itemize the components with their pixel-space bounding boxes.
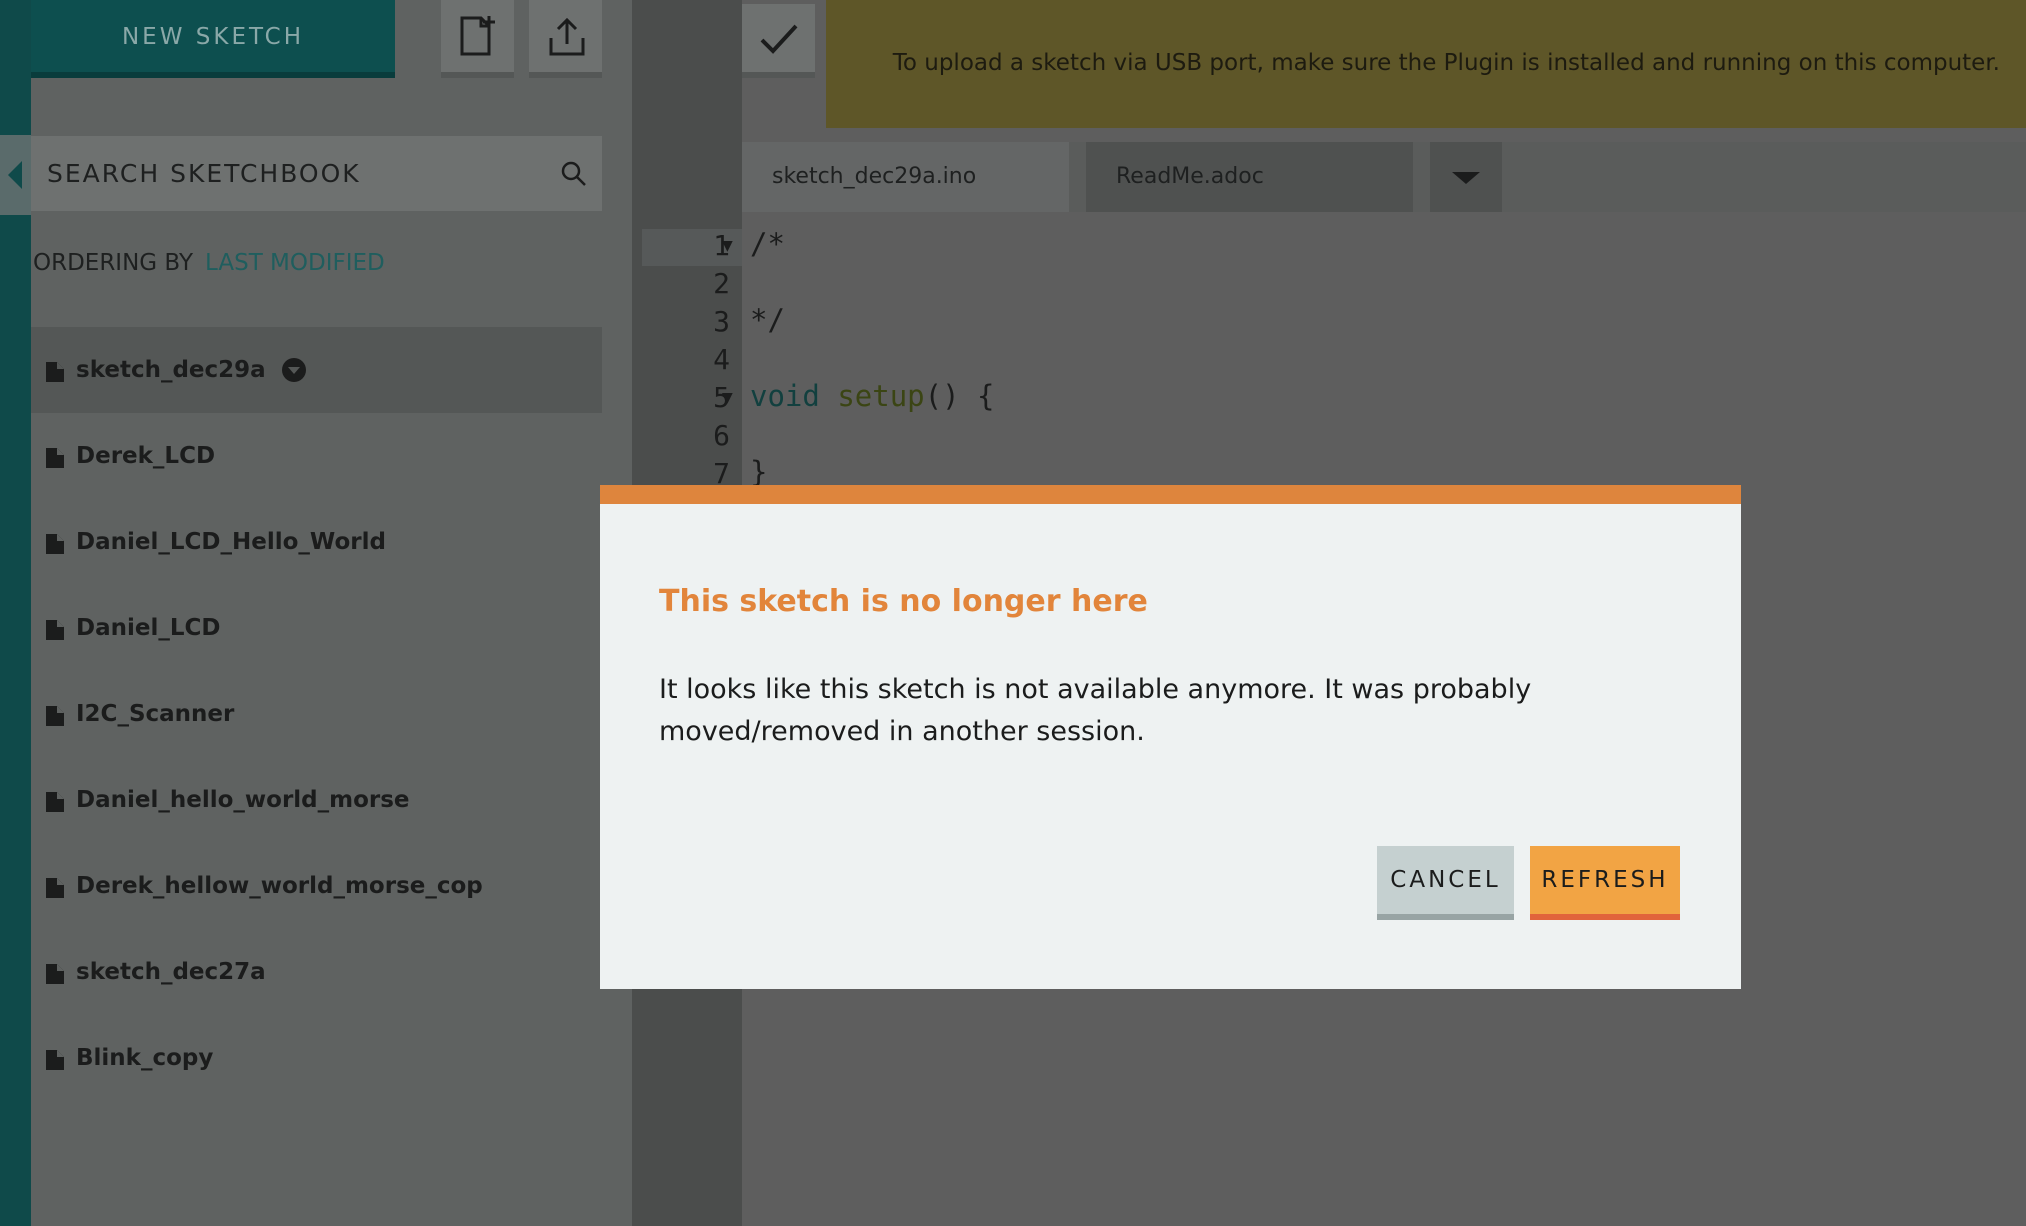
sketch-item[interactable]: sketch_dec27a (31, 929, 602, 1015)
tab-readme[interactable]: ReadMe.adoc (1086, 142, 1413, 212)
sketch-name: sketch_dec27a (76, 959, 266, 985)
file-icon (46, 620, 64, 640)
sketch-missing-dialog: This sketch is no longer here It looks l… (600, 485, 1741, 989)
sketch-options-icon[interactable] (281, 358, 306, 382)
sketch-name: Blink_copy (76, 1045, 214, 1071)
sketch-item[interactable]: Daniel_LCD (31, 585, 602, 671)
file-icon (46, 964, 64, 984)
sketch-item[interactable]: I2C_Scanner (31, 671, 602, 757)
new-folder-button[interactable] (441, 0, 514, 78)
sketch-name: I2C_Scanner (76, 701, 235, 727)
chevron-left-icon (8, 161, 22, 189)
line-number: 2 (713, 267, 730, 300)
sketch-item[interactable]: sketch_dec29a (31, 327, 602, 413)
file-icon (46, 362, 64, 382)
code-line: /* (750, 227, 785, 261)
file-icon (46, 534, 64, 554)
code-line: } (750, 455, 768, 489)
sketch-item[interactable]: Daniel_LCD_Hello_World (31, 499, 602, 585)
ordering-label: ORDERING BY (33, 250, 194, 276)
ordering-value-link[interactable]: LAST MODIFIED (205, 250, 385, 276)
verify-button[interactable] (742, 4, 815, 78)
line-number: 4 (713, 343, 730, 376)
collapse-sidebar-tab[interactable] (0, 135, 31, 215)
dialog-message: It looks like this sketch is not availab… (659, 674, 1532, 747)
new-sketch-button[interactable]: NEW SKETCH (31, 0, 395, 78)
file-icon (46, 706, 64, 726)
line-number: 5 (713, 381, 730, 414)
sketch-name: Derek_LCD (76, 443, 216, 469)
file-icon (46, 1050, 64, 1070)
search-icon[interactable] (560, 160, 588, 188)
code-line: void setup() { (750, 379, 995, 413)
sketch-item[interactable]: Blink_copy (31, 1015, 602, 1101)
cancel-button[interactable]: CANCEL (1377, 846, 1514, 920)
code-line: */ (750, 303, 785, 337)
line-number: 3 (713, 305, 730, 338)
checkmark-icon (760, 24, 798, 54)
tabs-dropdown-button[interactable] (1430, 142, 1502, 212)
sketch-item[interactable]: Derek_LCD (31, 413, 602, 499)
file-icon (46, 878, 64, 898)
line-number: 1 (713, 229, 730, 262)
tab-sketch-ino[interactable]: sketch_dec29a.ino (742, 142, 1069, 212)
left-panel-strip (0, 0, 31, 1226)
sketch-name: sketch_dec29a (76, 357, 266, 383)
ordering-row: ORDERING BY LAST MODIFIED (33, 250, 385, 276)
file-icon (46, 448, 64, 468)
sketch-name: Daniel_LCD_Hello_World (76, 529, 386, 555)
upload-icon (549, 17, 585, 56)
line-number: 6 (713, 419, 730, 452)
sketch-name: Daniel_hello_world_morse (76, 787, 410, 813)
fold-arrow-icon[interactable]: ▼ (722, 238, 733, 254)
refresh-button[interactable]: REFRESH (1530, 846, 1680, 920)
search-box (31, 136, 602, 211)
sketch-list: sketch_dec29a Derek_LCD Daniel_LCD_Hello… (31, 327, 602, 1101)
upload-button[interactable] (529, 0, 602, 78)
sketch-name: Derek_hellow_world_morse_cop (76, 873, 483, 899)
sketch-item[interactable]: Derek_hellow_world_morse_cop (31, 843, 602, 929)
new-folder-icon (460, 16, 495, 56)
fold-arrow-icon[interactable]: ▼ (722, 390, 733, 406)
banner-text: To upload a sketch via USB port, make su… (892, 50, 2000, 76)
sketch-name: Daniel_LCD (76, 615, 221, 641)
sketch-item[interactable]: Daniel_hello_world_morse (31, 757, 602, 843)
dialog-title: This sketch is no longer here (659, 584, 1148, 619)
search-input[interactable] (47, 136, 527, 211)
plugin-warning-banner: To upload a sketch via USB port, make su… (826, 0, 2026, 128)
file-icon (46, 792, 64, 812)
